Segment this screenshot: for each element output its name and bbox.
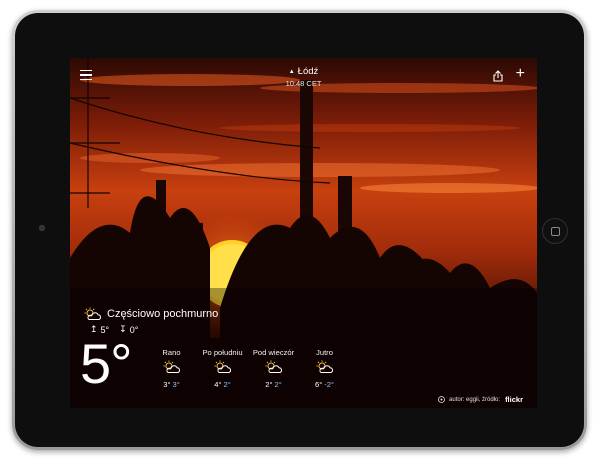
tablet-frame: ▲ Łódź 10:48 CET + Częściowo pochmurno ↥…: [12, 10, 587, 450]
current-temperature: 5°: [80, 332, 133, 395]
share-icon[interactable]: [493, 69, 503, 87]
location-header[interactable]: ▲ Łódź 10:48 CET: [70, 66, 537, 89]
weather-overlay: ▲ Łódź 10:48 CET + Częściowo pochmurno ↥…: [70, 58, 537, 408]
forecast-period: Po południu 4° 2°: [197, 348, 248, 389]
home-button[interactable]: [542, 218, 568, 244]
credit-text: autor: eggii, źródło:: [449, 396, 501, 403]
city-name: Łódź: [297, 66, 319, 77]
period-high: 4°: [214, 380, 222, 389]
forecast-period: Pod wieczór 2° 2°: [248, 348, 299, 389]
period-low: 2°: [223, 380, 231, 389]
flickr-logo: flickr: [505, 395, 523, 404]
forecast-periods: Rano 3° 3° Po południu 4° 2° Pod wieczór…: [146, 348, 350, 389]
forecast-period: Rano 3° 3°: [146, 348, 197, 389]
top-bar: ▲ Łódź 10:48 CET +: [70, 58, 537, 92]
creative-commons-icon: [438, 396, 445, 403]
period-high: 3°: [163, 380, 171, 389]
period-label: Po południu: [202, 348, 243, 357]
period-high: 2°: [265, 380, 273, 389]
condition-text: Częściowo pochmurno: [107, 308, 219, 320]
current-condition: Częściowo pochmurno: [84, 304, 218, 324]
add-location-icon[interactable]: +: [516, 66, 525, 82]
period-low: 2°: [274, 380, 282, 389]
partly-cloudy-icon: [197, 360, 248, 378]
front-camera: [39, 225, 45, 231]
period-label: Jutro: [316, 348, 333, 357]
forecast-period: Jutro 6° -2°: [299, 348, 350, 389]
period-high: 6°: [314, 380, 323, 389]
photo-credit[interactable]: autor: eggii, źródło: flickr: [438, 395, 523, 404]
period-label: Pod wieczór: [252, 348, 295, 357]
partly-cloudy-icon: [84, 307, 101, 320]
local-time: 10:48 CET: [285, 79, 322, 88]
period-label: Rano: [162, 348, 181, 357]
period-low: 3°: [172, 380, 180, 389]
partly-cloudy-icon: [146, 360, 197, 378]
partly-cloudy-icon: [299, 360, 350, 378]
weather-app-screen: ▲ Łódź 10:48 CET + Częściowo pochmurno ↥…: [70, 58, 537, 408]
tablet-bezel: ▲ Łódź 10:48 CET + Częściowo pochmurno ↥…: [15, 13, 584, 447]
partly-cloudy-icon: [248, 360, 299, 378]
location-arrow-icon: ▲: [288, 69, 295, 75]
period-low: -2°: [324, 380, 335, 389]
